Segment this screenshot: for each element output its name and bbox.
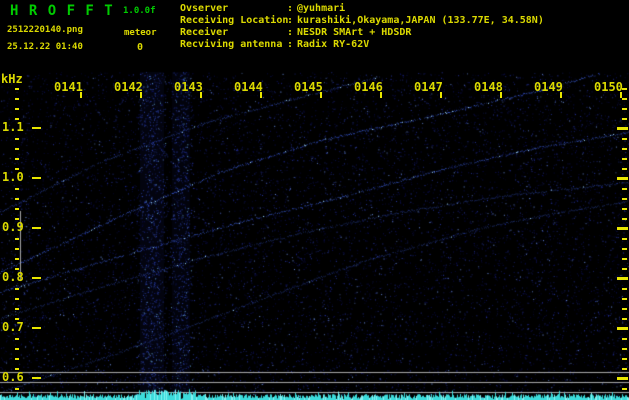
freq-minor-tick-right <box>622 148 627 150</box>
freq-major-tick-left <box>32 327 41 329</box>
freq-minor-tick-right <box>622 158 627 160</box>
freq-minor-tick-right <box>622 198 627 200</box>
time-label: 0142 <box>114 80 143 94</box>
freq-minor-tick-right <box>622 218 627 220</box>
freq-major-tick-right <box>617 177 628 180</box>
freq-minor-tick-right <box>622 368 627 370</box>
time-tick <box>80 92 82 98</box>
freq-label: 0.7 <box>2 320 24 334</box>
freq-minor-tick-left <box>15 388 19 390</box>
time-tick <box>560 92 562 98</box>
freq-minor-tick-right <box>622 138 627 140</box>
freq-major-tick-left <box>32 127 41 129</box>
freq-label: 1.0 <box>2 170 24 184</box>
freq-minor-tick-left <box>15 348 19 350</box>
freq-minor-tick-right <box>622 338 627 340</box>
freq-minor-tick-right <box>622 248 627 250</box>
freq-minor-tick-left <box>15 208 19 210</box>
time-tick <box>140 92 142 98</box>
freq-label: 0.9 <box>2 220 24 234</box>
time-tick <box>500 92 502 98</box>
freq-major-tick-right <box>617 377 628 380</box>
freq-minor-tick-right <box>622 388 627 390</box>
freq-major-tick-right <box>617 327 628 330</box>
freq-major-tick-right <box>617 127 628 130</box>
freq-minor-tick-right <box>622 238 627 240</box>
freq-minor-tick-right <box>622 208 627 210</box>
time-label: 0143 <box>174 80 203 94</box>
freq-minor-tick-left <box>15 158 19 160</box>
freq-minor-tick-right <box>622 98 627 100</box>
freq-minor-tick-left <box>15 338 19 340</box>
freq-minor-tick-right <box>622 318 627 320</box>
freq-minor-tick-left <box>15 358 19 360</box>
time-tick <box>200 92 202 98</box>
freq-minor-tick-right <box>622 268 627 270</box>
time-label: 0146 <box>354 80 383 94</box>
hrofft-screen: H R O F F T 1.0.0f 2512220140.png 25.12.… <box>0 0 629 400</box>
freq-minor-tick-left <box>15 268 19 270</box>
freq-minor-tick-right <box>622 358 627 360</box>
freq-major-tick-right <box>617 277 628 280</box>
time-tick <box>380 92 382 98</box>
freq-minor-tick-right <box>622 298 627 300</box>
freq-minor-tick-left <box>15 258 19 260</box>
freq-minor-tick-left <box>15 198 19 200</box>
freq-minor-tick-left <box>15 138 19 140</box>
freq-label: 0.6 <box>2 370 24 384</box>
time-label: 0147 <box>414 80 443 94</box>
freq-minor-tick-right <box>622 258 627 260</box>
freq-minor-tick-left <box>15 368 19 370</box>
freq-minor-tick-right <box>622 108 627 110</box>
time-tick <box>320 92 322 98</box>
freq-minor-tick-left <box>15 188 19 190</box>
time-tick <box>260 92 262 98</box>
freq-major-tick-left <box>32 227 41 229</box>
freq-minor-tick-left <box>15 98 19 100</box>
time-label: 0150 <box>594 80 623 94</box>
freq-minor-tick-right <box>622 188 627 190</box>
freq-minor-tick-right <box>622 168 627 170</box>
time-label: 0145 <box>294 80 323 94</box>
freq-minor-tick-left <box>15 108 19 110</box>
freq-minor-tick-left <box>15 148 19 150</box>
freq-minor-tick-left <box>15 288 19 290</box>
freq-minor-tick-right <box>622 348 627 350</box>
freq-minor-tick-left <box>15 88 19 90</box>
freq-minor-tick-left <box>15 308 19 310</box>
time-label: 0148 <box>474 80 503 94</box>
freq-minor-tick-right <box>622 88 627 90</box>
freq-minor-tick-left <box>15 238 19 240</box>
freq-major-tick-left <box>32 377 41 379</box>
freq-major-tick-right <box>617 227 628 230</box>
freq-label: 0.8 <box>2 270 24 284</box>
freq-minor-tick-left <box>15 318 19 320</box>
freq-minor-tick-left <box>15 218 19 220</box>
freq-minor-tick-left <box>15 118 19 120</box>
time-tick <box>440 92 442 98</box>
time-label: 0141 <box>54 80 83 94</box>
axes-overlay: 0141 0142 0143 0144 0145 0146 0147 0148 0149 0150… <box>0 0 629 400</box>
freq-major-tick-left <box>32 177 41 179</box>
freq-major-tick-left <box>32 277 41 279</box>
freq-minor-tick-right <box>622 308 627 310</box>
freq-label: 1.1 <box>2 120 24 134</box>
time-label: 0149 <box>534 80 563 94</box>
freq-minor-tick-left <box>15 248 19 250</box>
freq-minor-tick-right <box>622 118 627 120</box>
time-label: 0144 <box>234 80 263 94</box>
freq-minor-tick-right <box>622 288 627 290</box>
freq-minor-tick-left <box>15 298 19 300</box>
freq-minor-tick-left <box>15 168 19 170</box>
